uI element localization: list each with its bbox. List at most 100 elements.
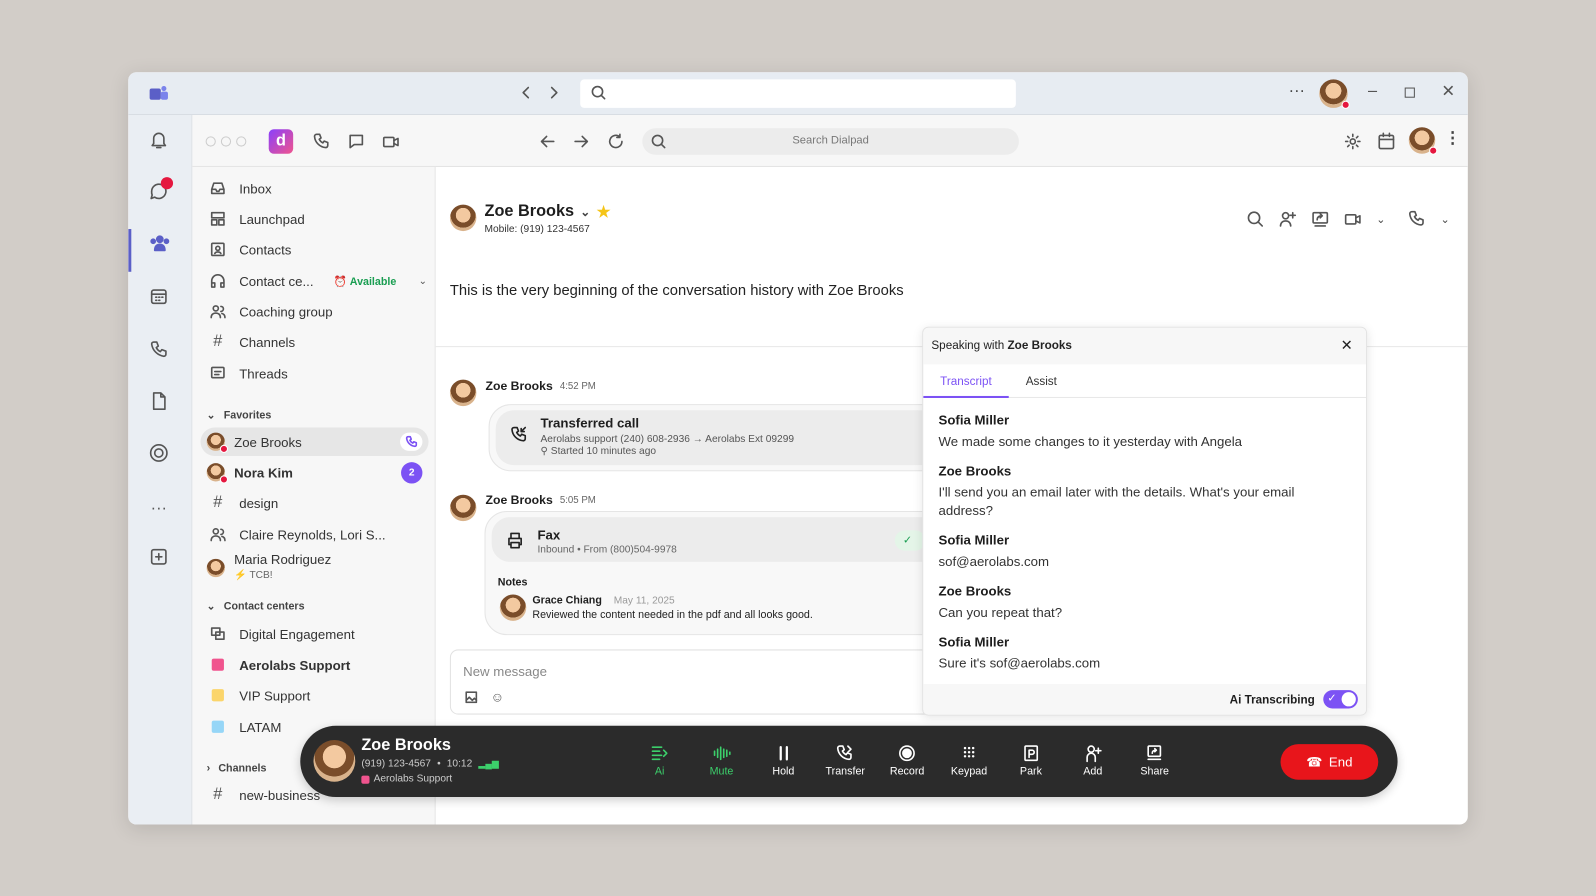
signal-icon: ▂▄▆ [478,758,499,769]
share-button[interactable]: Share [1129,744,1180,778]
video-icon[interactable] [382,132,400,150]
sidebar-item-inbox[interactable]: Inbox [201,174,429,203]
image-icon[interactable] [465,691,478,704]
copilot-icon[interactable] [149,443,169,463]
calendar-icon[interactable] [1377,132,1395,150]
label: new-business [239,787,321,803]
contacts-icon [206,241,230,257]
tab-assist[interactable]: Assist [1009,368,1074,398]
chevron-down-icon[interactable]: ⌄ [1376,212,1385,225]
hash-icon: # [213,785,223,804]
gear-icon[interactable] [1344,132,1362,150]
active-call-bar: Zoe Brooks (919) 123-4567 • 10:12 ▂▄▆ Aerol… [300,725,1398,798]
files-icon[interactable] [149,391,169,411]
contact-name-button[interactable]: Zoe Brooks ⌄ ★ [485,203,611,221]
ai-button[interactable]: Ai [634,744,685,778]
emoji-icon[interactable]: ☺ [491,689,505,704]
bell-icon[interactable] [149,129,169,149]
sidebar-item-aerolabs-support[interactable]: Aerolabs Support [201,650,429,679]
kebab-menu-icon[interactable]: ⋮ [1444,128,1460,148]
sidebar-item-threads[interactable]: Threads [201,359,429,388]
hold-button[interactable]: Hold [758,744,809,778]
sidebar-item-coaching-group[interactable]: Coaching group [201,297,429,326]
message-composer[interactable]: New message ☺ [449,649,970,715]
forward-arrow-icon[interactable] [572,132,590,150]
color-swatch [211,658,224,671]
speaker-name: Zoe Brooks [938,463,1012,479]
sidebar-item-maria-rodriguez[interactable]: Maria Rodriguez ⚡ TCB! [201,551,429,586]
label: Coaching group [239,303,333,320]
close-icon[interactable]: ✕ [1441,81,1455,101]
hang-up-icon: ☎ [1306,753,1323,770]
back-icon[interactable] [519,84,533,100]
record-button[interactable]: Record [882,744,933,778]
label: Claire Reynolds, Lori S... [239,526,386,543]
park-button[interactable]: Park [1005,744,1056,778]
chat-bubbles-icon [206,626,230,642]
status-badge[interactable]: ⏰ Available [334,274,396,287]
fax-card[interactable]: Fax Inbound • From (800)504-9978 ✓ Notes… [484,510,998,636]
calendar-icon[interactable] [149,286,169,306]
sidebar-item-launchpad[interactable]: Launchpad [201,205,429,234]
sidebar-item-vip-support[interactable]: VIP Support [201,681,429,710]
contact-centers-header[interactable]: ⌄ Contact centers [207,601,305,613]
sidebar-item-zoe-brooks[interactable]: Zoe Brooks [200,427,429,457]
screen-share-icon[interactable] [1311,210,1329,228]
end-call-button[interactable]: ☎ End [1280,744,1379,780]
chevron-down-icon[interactable]: ⌄ [1441,212,1450,225]
add-app-icon[interactable] [149,547,169,567]
tab-transcript[interactable]: Transcript [923,368,1009,398]
video-icon[interactable] [1344,210,1362,228]
close-icon[interactable]: ✕ [1341,337,1353,354]
maximize-icon[interactable] [1404,87,1415,98]
author-avatar [449,379,477,407]
add-button[interactable]: Add [1067,744,1118,778]
search-icon [590,84,606,100]
add-person-icon[interactable] [1278,210,1297,228]
phone-icon[interactable] [1408,210,1426,228]
message-icon[interactable] [347,132,365,150]
user-avatar[interactable] [1408,127,1438,155]
refresh-icon[interactable] [607,132,625,150]
threads-icon [206,365,230,381]
phone-icon[interactable] [312,132,330,150]
transcript-list: Sofia Miller We made some changes to it y… [939,412,1351,685]
search-icon[interactable] [1246,210,1264,228]
card-title: Transferred call [540,415,640,431]
more-icon[interactable]: ··· [1289,82,1305,100]
sidebar-item-channels[interactable]: # Channels [201,328,429,357]
message-time: 5:05 PM [559,494,596,506]
star-icon[interactable]: ★ [597,203,611,221]
sidebar-item-group-dm[interactable]: Claire Reynolds, Lori S... [201,520,429,549]
dialpad-logo[interactable]: d [268,129,294,154]
teams-search-input[interactable] [580,79,1016,108]
favorites-header[interactable]: ⌄ Favorites [207,409,272,421]
phone-icon[interactable] [400,432,423,451]
keypad-button[interactable]: Keypad [944,744,995,778]
teams-icon[interactable] [149,233,171,253]
calls-icon[interactable] [149,339,169,359]
transcript-entry: Sofia Miller We made some changes to it y… [939,412,1351,451]
sidebar-item-contact-center[interactable]: Contact ce... ⏰ Available ⌄ [201,267,429,296]
forward-icon[interactable] [547,84,561,100]
label: design [239,495,279,511]
transfer-button[interactable]: Transfer [820,744,871,778]
mute-button[interactable]: Mute [696,744,747,778]
ai-transcribing-toggle[interactable]: ✓ [1323,690,1358,709]
chevron-down-icon[interactable]: ⌄ [419,275,428,286]
back-arrow-icon[interactable] [538,132,556,150]
channels-header[interactable]: › Channels [207,762,267,774]
minimize-icon[interactable]: – [1368,82,1377,100]
sidebar-item-digital-engagement[interactable]: Digital Engagement [201,620,429,649]
button-label: Keypad [950,765,988,778]
ai-icon [634,744,685,762]
sidebar-item-nora-kim[interactable]: Nora Kim 2 [201,458,429,487]
more-apps-icon[interactable]: ··· [151,500,167,518]
sidebar-item-design[interactable]: # design [201,489,429,518]
transcript-text: Sure it's sof@aerolabs.com [938,655,1101,671]
transferred-call-card[interactable]: Transferred call Aerolabs support (240) … [488,404,998,472]
sidebar-item-contacts[interactable]: Contacts [201,235,429,264]
avatar[interactable] [1319,79,1350,109]
dialpad-search-input[interactable]: Search Dialpad [642,128,1019,155]
transcript-text: I'll send you an email later with the de… [938,484,1295,519]
